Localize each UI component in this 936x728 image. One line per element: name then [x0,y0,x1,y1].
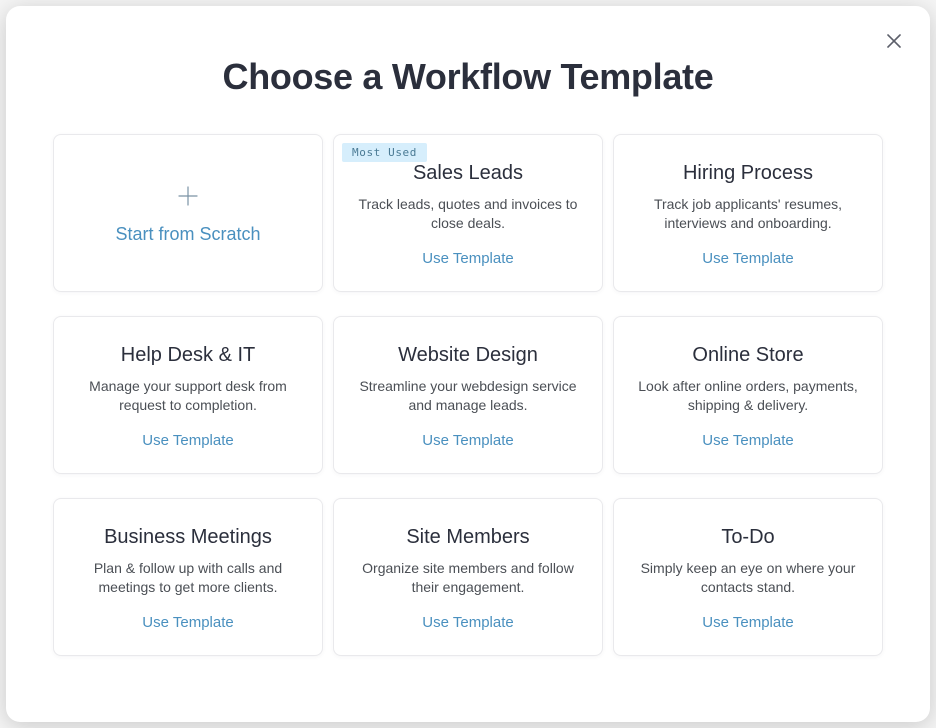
template-card-website-design: Website Design Streamline your webdesign… [333,316,603,474]
use-template-button[interactable]: Use Template [702,614,793,631]
template-desc: Track leads, quotes and invoices to clos… [353,195,583,233]
template-title: Hiring Process [683,161,813,185]
most-used-badge: Most Used [342,143,427,162]
template-title: Business Meetings [104,525,272,549]
template-desc: Simply keep an eye on where your contact… [633,559,863,597]
template-desc: Manage your support desk from request to… [73,377,303,415]
template-card-online-store: Online Store Look after online orders, p… [613,316,883,474]
template-desc: Streamline your webdesign service and ma… [353,377,583,415]
template-title: Online Store [692,343,803,367]
template-desc: Track job applicants' resumes, interview… [633,195,863,233]
template-card-sales-leads: Most Used Sales Leads Track leads, quote… [333,134,603,292]
plus-icon [176,184,200,208]
use-template-button[interactable]: Use Template [702,432,793,449]
page-title: Choose a Workflow Template [223,56,714,98]
template-card-to-do: To-Do Simply keep an eye on where your c… [613,498,883,656]
template-desc: Plan & follow up with calls and meetings… [73,559,303,597]
template-card-help-desk-it: Help Desk & IT Manage your support desk … [53,316,323,474]
close-button[interactable] [882,30,906,54]
use-template-button[interactable]: Use Template [142,614,233,631]
template-title: Site Members [406,525,529,549]
template-card-business-meetings: Business Meetings Plan & follow up with … [53,498,323,656]
use-template-button[interactable]: Use Template [422,250,513,267]
template-title: To-Do [721,525,774,549]
template-desc: Organize site members and follow their e… [353,559,583,597]
start-from-scratch-label: Start from Scratch [115,224,260,245]
template-title: Website Design [398,343,538,367]
template-card-hiring-process: Hiring Process Track job applicants' res… [613,134,883,292]
use-template-button[interactable]: Use Template [422,432,513,449]
template-picker-modal: Choose a Workflow Template Start from Sc… [6,6,930,722]
use-template-button[interactable]: Use Template [422,614,513,631]
use-template-button[interactable]: Use Template [702,250,793,267]
start-from-scratch-card[interactable]: Start from Scratch [53,134,323,292]
template-title: Sales Leads [413,161,523,185]
template-desc: Look after online orders, payments, ship… [633,377,863,415]
use-template-button[interactable]: Use Template [142,432,233,449]
template-title: Help Desk & IT [121,343,255,367]
template-card-site-members: Site Members Organize site members and f… [333,498,603,656]
template-grid: Start from Scratch Most Used Sales Leads… [53,134,883,656]
close-icon [887,34,901,51]
